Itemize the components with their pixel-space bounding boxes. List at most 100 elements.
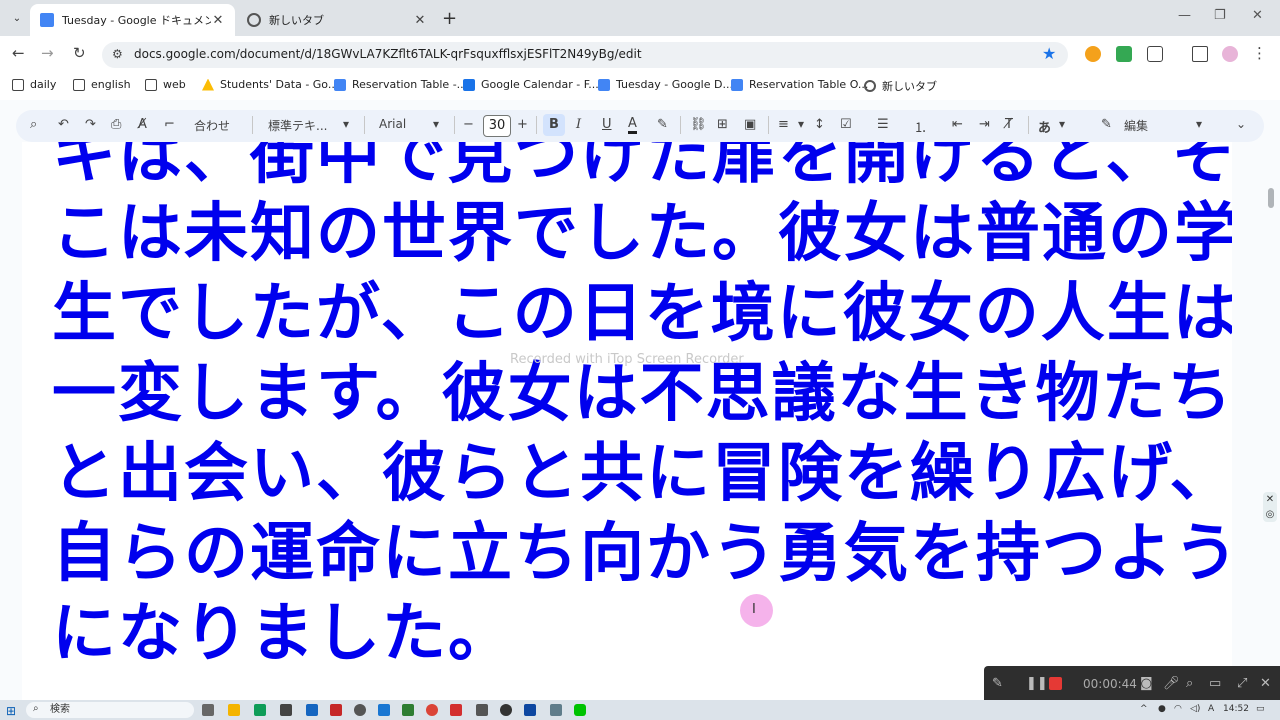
forward-arrow-icon[interactable]: → <box>41 44 54 62</box>
bulleted-list-icon[interactable]: ☰ <box>877 117 889 132</box>
taskbar-app-icon[interactable] <box>330 704 342 716</box>
bookmark-reservation-table-o[interactable]: Reservation Table O... <box>731 78 868 91</box>
side-panel-icon[interactable] <box>1192 46 1208 62</box>
add-comment-icon[interactable]: ⊞ <box>717 117 728 132</box>
taskbar-app-icon[interactable] <box>402 704 414 716</box>
tray-mic-icon[interactable]: ● <box>1158 704 1166 714</box>
extension-orange-icon[interactable] <box>1085 46 1101 62</box>
task-view-icon[interactable] <box>202 704 214 716</box>
italic-button[interactable]: I <box>576 117 581 132</box>
chevron-down-icon[interactable]: ▾ <box>433 117 439 131</box>
decrease-indent-icon[interactable]: ⇤ <box>952 117 963 132</box>
line-app-icon[interactable] <box>574 704 586 716</box>
window-close-icon[interactable]: ✕ <box>1252 8 1263 23</box>
restore-icon[interactable]: ❐ <box>1214 8 1226 23</box>
taskbar-app-icon[interactable] <box>524 704 536 716</box>
highlight-pen-icon[interactable]: ✎ <box>657 117 668 132</box>
scrollbar-thumb[interactable] <box>1268 188 1274 208</box>
mic-muted-icon[interactable]: 🎤︎ <box>1163 676 1180 691</box>
underline-button[interactable]: U <box>602 117 612 132</box>
bookmark-new-tab[interactable]: 新しいタブ <box>864 78 937 94</box>
increase-font-size-icon[interactable]: + <box>517 117 528 132</box>
recorder-side-widget[interactable]: ✕ ◎ <box>1263 492 1277 522</box>
tray-chevron-icon[interactable]: ^ <box>1140 704 1148 714</box>
reload-icon[interactable]: ↻ <box>73 44 86 62</box>
chevron-down-icon[interactable]: ▾ <box>798 117 804 131</box>
align-icon[interactable]: ≡ <box>778 117 789 132</box>
bookmark-star-icon[interactable]: ★ <box>1042 44 1056 63</box>
pen-icon[interactable]: ✎ <box>992 676 1003 691</box>
paint-format-icon[interactable]: ⌐ <box>164 117 175 132</box>
taskbar-app-icon[interactable] <box>476 704 488 716</box>
spellcheck-icon[interactable]: A̸ <box>138 117 147 132</box>
taskbar-app-icon[interactable] <box>550 704 562 716</box>
taskbar-app-icon[interactable] <box>378 704 390 716</box>
site-settings-icon[interactable]: ⚙ <box>112 47 123 61</box>
extensions-puzzle-icon[interactable] <box>1147 46 1163 62</box>
pause-icon[interactable]: ❚❚ <box>1026 676 1048 691</box>
line-spacing-icon[interactable]: ↕ <box>814 117 825 132</box>
recorder-close-icon[interactable]: ✕ <box>1260 676 1271 691</box>
stop-record-button[interactable] <box>1049 677 1062 690</box>
clear-formatting-icon[interactable]: T̸ <box>1005 117 1013 132</box>
zoom-select[interactable]: 合わせ <box>194 117 230 134</box>
editing-pencil-icon[interactable]: ✎ <box>1101 117 1112 132</box>
editing-mode-select[interactable]: 編集 <box>1124 117 1148 134</box>
minimize-icon[interactable]: — <box>1178 8 1191 23</box>
font-size-input[interactable]: 30 <box>483 115 511 137</box>
bookmark-english[interactable]: english <box>73 78 131 91</box>
notification-icon[interactable]: ▭ <box>1256 704 1265 714</box>
file-explorer-icon[interactable] <box>228 704 240 716</box>
taskbar-search[interactable]: 検索 <box>26 702 194 718</box>
taskbar-app-icon[interactable] <box>280 704 292 716</box>
chevron-down-icon[interactable]: ▾ <box>1196 117 1202 131</box>
bold-button[interactable]: B <box>549 117 559 132</box>
chevron-down-icon[interactable]: ▾ <box>343 117 349 131</box>
menu-kebab-icon[interactable]: ⋮ <box>1252 44 1267 62</box>
checklist-icon[interactable]: ☑ <box>840 117 852 132</box>
increase-indent-icon[interactable]: ⇥ <box>979 117 990 132</box>
insert-image-icon[interactable]: ▣ <box>744 117 756 132</box>
text-color-button[interactable]: A <box>628 117 637 134</box>
numbered-list-icon[interactable]: ⒈ <box>914 117 927 136</box>
close-tab-icon[interactable]: ✕ <box>211 13 225 28</box>
bookmark-google-calendar[interactable]: Google Calendar - F... <box>463 78 599 91</box>
close-tab-icon[interactable]: ✕ <box>413 13 427 28</box>
insert-link-icon[interactable]: ⛓ <box>690 117 707 132</box>
taskbar-app-icon[interactable] <box>306 704 318 716</box>
font-select[interactable]: Arial <box>379 117 406 131</box>
chevron-down-icon[interactable]: ▾ <box>1059 117 1065 131</box>
volume-icon[interactable]: ◁) <box>1190 704 1200 714</box>
tab-search-chevron-icon[interactable]: ⌄ <box>6 7 28 29</box>
recorder-taskbar-icon[interactable] <box>450 704 462 716</box>
taskbar-app-icon[interactable] <box>500 704 512 716</box>
tab-tuesday-doc[interactable]: Tuesday - Google ドキュメント ✕ <box>30 4 235 36</box>
taskbar-app-icon[interactable] <box>354 704 366 716</box>
bookmark-daily[interactable]: daily <box>12 78 56 91</box>
decrease-font-size-icon[interactable]: − <box>463 117 474 132</box>
tab-new-tab[interactable]: 新しいタブ ✕ <box>237 4 437 36</box>
paragraph-style-select[interactable]: 標準テキ... <box>268 117 327 134</box>
zoom-search-icon[interactable]: ⌕ <box>1186 676 1193 691</box>
camera-icon[interactable]: ◙ <box>1140 676 1153 691</box>
taskbar-app-icon[interactable] <box>254 704 266 716</box>
windows-start-icon[interactable]: ⊞ <box>6 704 16 718</box>
bookmark-web[interactable]: web <box>145 78 186 91</box>
ime-indicator[interactable]: A <box>1208 704 1214 714</box>
chrome-taskbar-icon[interactable] <box>426 704 438 716</box>
profile-avatar[interactable] <box>1222 46 1238 62</box>
expand-icon[interactable]: ⤢ <box>1237 676 1247 691</box>
new-tab-plus-icon[interactable]: + <box>442 8 457 29</box>
wifi-icon[interactable]: ◠ <box>1174 704 1182 714</box>
redo-icon[interactable]: ↷ <box>85 117 96 132</box>
bookmark-reservation-table[interactable]: Reservation Table -... <box>334 78 467 91</box>
hide-menus-chevron-icon[interactable]: ⌄ <box>1236 117 1246 131</box>
search-menus-icon[interactable]: ⌕ <box>30 117 37 132</box>
bookmark-tuesday[interactable]: Tuesday - Google D... <box>598 78 733 91</box>
back-arrow-icon[interactable]: ← <box>12 44 25 62</box>
input-tools-button[interactable]: あ <box>1038 117 1051 136</box>
undo-icon[interactable]: ↶ <box>58 117 69 132</box>
shield-extension-icon[interactable] <box>1116 46 1132 62</box>
bookmark-students-data[interactable]: Students' Data - Go... <box>202 78 338 91</box>
clock[interactable]: 14:52 <box>1223 704 1249 714</box>
